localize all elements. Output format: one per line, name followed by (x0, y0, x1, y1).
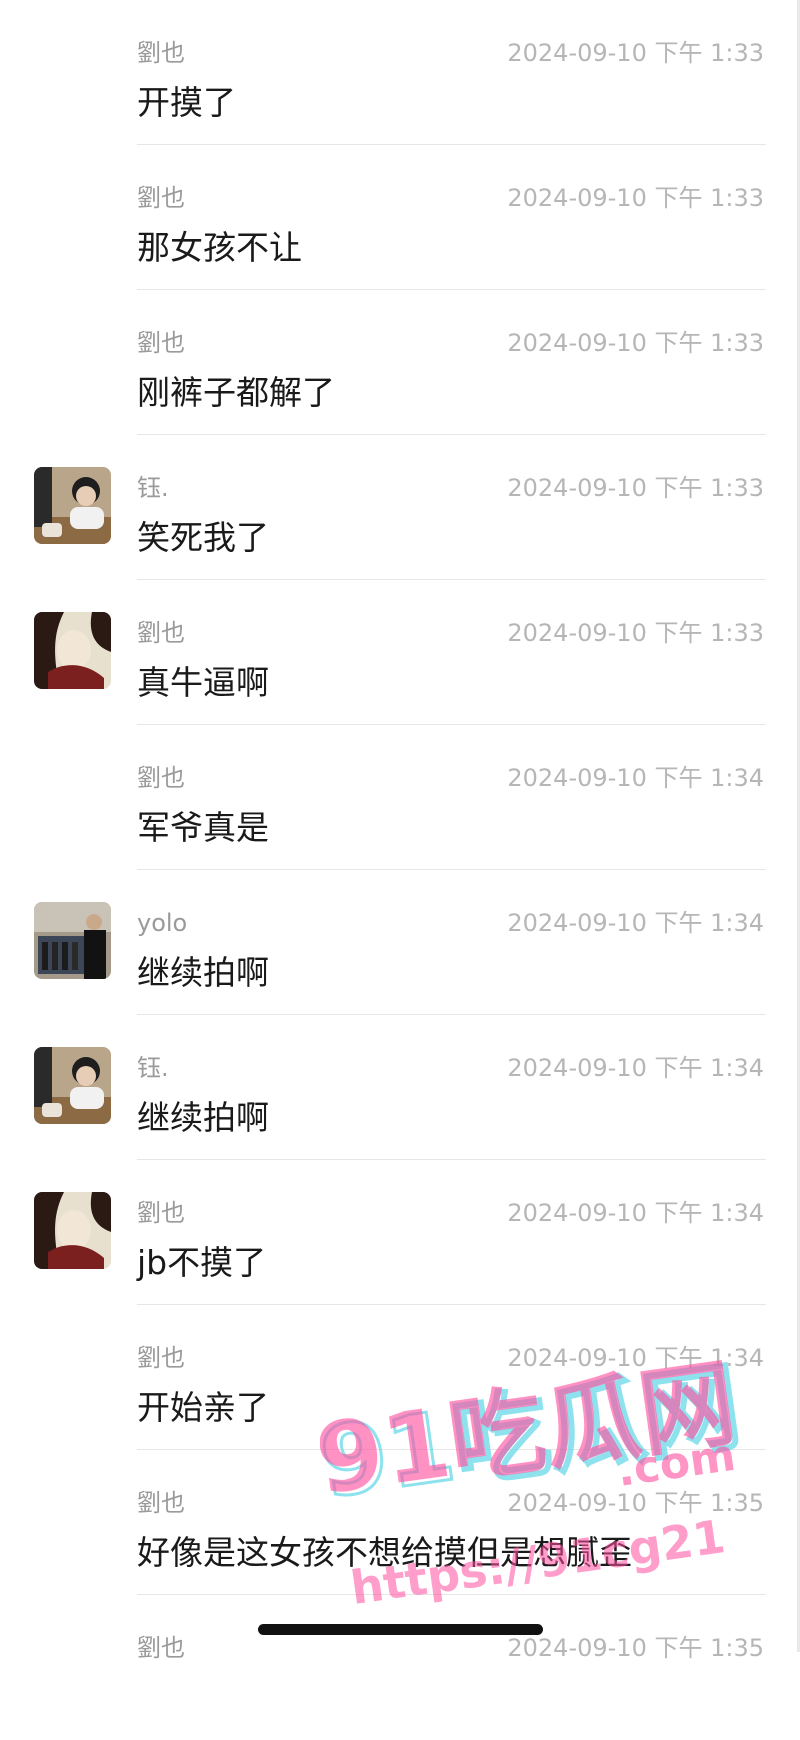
message-timestamp: 2024-09-10 下午 1:34 (507, 1054, 764, 1082)
avatar-painting[interactable] (34, 1192, 111, 1269)
message-item[interactable]: 劉也 2024-09-10 下午 1:34 开始亲了 (0, 1305, 800, 1450)
message-timestamp: 2024-09-10 下午 1:34 (507, 1199, 764, 1227)
sender-name: 钰. (137, 1054, 169, 1082)
sender-name: 劉也 (137, 1344, 185, 1372)
message-text: 开摸了 (137, 83, 236, 122)
message-item[interactable]: 劉也 2024-09-10 下午 1:33 刚裤子都解了 (0, 290, 800, 435)
message-text: 继续拍啊 (137, 953, 269, 992)
sender-name: 劉也 (137, 184, 185, 212)
avatar-painting[interactable] (34, 612, 111, 689)
message-text: 真牛逼啊 (137, 663, 269, 702)
message-timestamp: 2024-09-10 下午 1:34 (507, 1344, 764, 1372)
sender-name: 钰. (137, 474, 169, 502)
message-text: 好像是这女孩不想给摸但是想腻歪 (137, 1533, 632, 1572)
message-text: 开始亲了 (137, 1388, 269, 1427)
message-text: 那女孩不让 (137, 228, 302, 267)
message-feed[interactable]: 劉也 2024-09-10 下午 1:33 开摸了 劉也 2024-09-10 … (0, 0, 800, 1740)
sender-name: 劉也 (137, 1199, 185, 1227)
message-item[interactable]: 劉也 2024-09-10 下午 1:33 开摸了 (0, 0, 800, 145)
message-timestamp: 2024-09-10 下午 1:33 (507, 474, 764, 502)
avatar-group-photo[interactable] (34, 902, 111, 979)
sender-name: yolo (137, 909, 188, 937)
message-item[interactable]: 劉也 2024-09-10 下午 1:35 好像是这女孩不想给摸但是想腻歪 (0, 1450, 800, 1595)
message-text: 军爷真是 (137, 808, 269, 847)
avatar-girl-photo[interactable] (34, 1047, 111, 1124)
avatar-girl-photo[interactable] (34, 467, 111, 544)
sender-name: 劉也 (137, 39, 185, 67)
message-timestamp: 2024-09-10 下午 1:33 (507, 184, 764, 212)
sender-name: 劉也 (137, 764, 185, 792)
sender-name: 劉也 (137, 619, 185, 647)
message-timestamp: 2024-09-10 下午 1:35 (507, 1634, 764, 1662)
message-timestamp: 2024-09-10 下午 1:34 (507, 909, 764, 937)
message-item[interactable]: 劉也 2024-09-10 下午 1:34 jb不摸了 (0, 1160, 800, 1305)
home-indicator[interactable] (258, 1624, 543, 1635)
message-timestamp: 2024-09-10 下午 1:33 (507, 329, 764, 357)
message-timestamp: 2024-09-10 下午 1:33 (507, 39, 764, 67)
message-text: 笑死我了 (137, 518, 269, 557)
message-text: 继续拍啊 (137, 1098, 269, 1137)
message-timestamp: 2024-09-10 下午 1:35 (507, 1489, 764, 1517)
message-item[interactable]: 劉也 2024-09-10 下午 1:35 (0, 1595, 800, 1740)
sender-name: 劉也 (137, 1489, 185, 1517)
sender-name: 劉也 (137, 1634, 185, 1662)
message-item[interactable]: yolo 2024-09-10 下午 1:34 继续拍啊 (0, 870, 800, 1015)
message-item[interactable]: 劉也 2024-09-10 下午 1:33 那女孩不让 (0, 145, 800, 290)
message-item[interactable]: 钰. 2024-09-10 下午 1:33 笑死我了 (0, 435, 800, 580)
message-text: jb不摸了 (137, 1243, 267, 1282)
message-item[interactable]: 劉也 2024-09-10 下午 1:34 军爷真是 (0, 725, 800, 870)
sender-name: 劉也 (137, 329, 185, 357)
message-timestamp: 2024-09-10 下午 1:34 (507, 764, 764, 792)
message-item[interactable]: 钰. 2024-09-10 下午 1:34 继续拍啊 (0, 1015, 800, 1160)
message-timestamp: 2024-09-10 下午 1:33 (507, 619, 764, 647)
message-item[interactable]: 劉也 2024-09-10 下午 1:33 真牛逼啊 (0, 580, 800, 725)
message-text: 刚裤子都解了 (137, 373, 335, 412)
